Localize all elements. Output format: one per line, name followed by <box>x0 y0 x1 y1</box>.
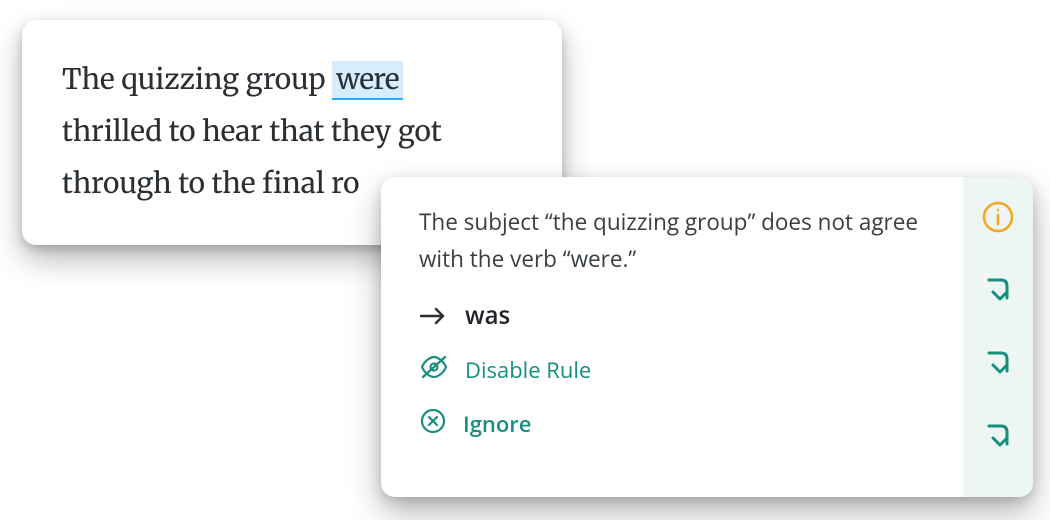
suggestion-main: The subject “the quizzing group” does no… <box>381 177 963 497</box>
editor-line3: through to the final ro <box>62 165 359 201</box>
ignore-button[interactable]: Ignore <box>419 407 943 440</box>
eye-off-icon <box>419 354 449 385</box>
editor-line2: thrilled to hear that they got <box>62 113 442 149</box>
explanation-text: The subject “the quizzing group” does no… <box>419 203 939 277</box>
disable-rule-label: Disable Rule <box>465 355 591 385</box>
ignore-label: Ignore <box>463 409 531 439</box>
apply-suggestion-button[interactable]: was <box>419 299 943 332</box>
side-rail <box>963 177 1033 497</box>
disable-rule-button[interactable]: Disable Rule <box>419 354 943 385</box>
arrow-down-right-icon-1[interactable] <box>981 274 1015 313</box>
close-circle-icon <box>419 407 447 440</box>
arrow-down-right-icon-2[interactable] <box>981 347 1015 386</box>
arrow-right-icon <box>419 305 449 327</box>
info-icon[interactable] <box>980 199 1016 240</box>
highlighted-word[interactable]: were <box>332 61 403 100</box>
suggestion-card: The subject “the quizzing group” does no… <box>381 177 1033 497</box>
arrow-down-right-icon-3[interactable] <box>981 420 1015 459</box>
editor-line1-pre: The quizzing group <box>62 61 332 97</box>
suggested-word: was <box>465 299 510 332</box>
